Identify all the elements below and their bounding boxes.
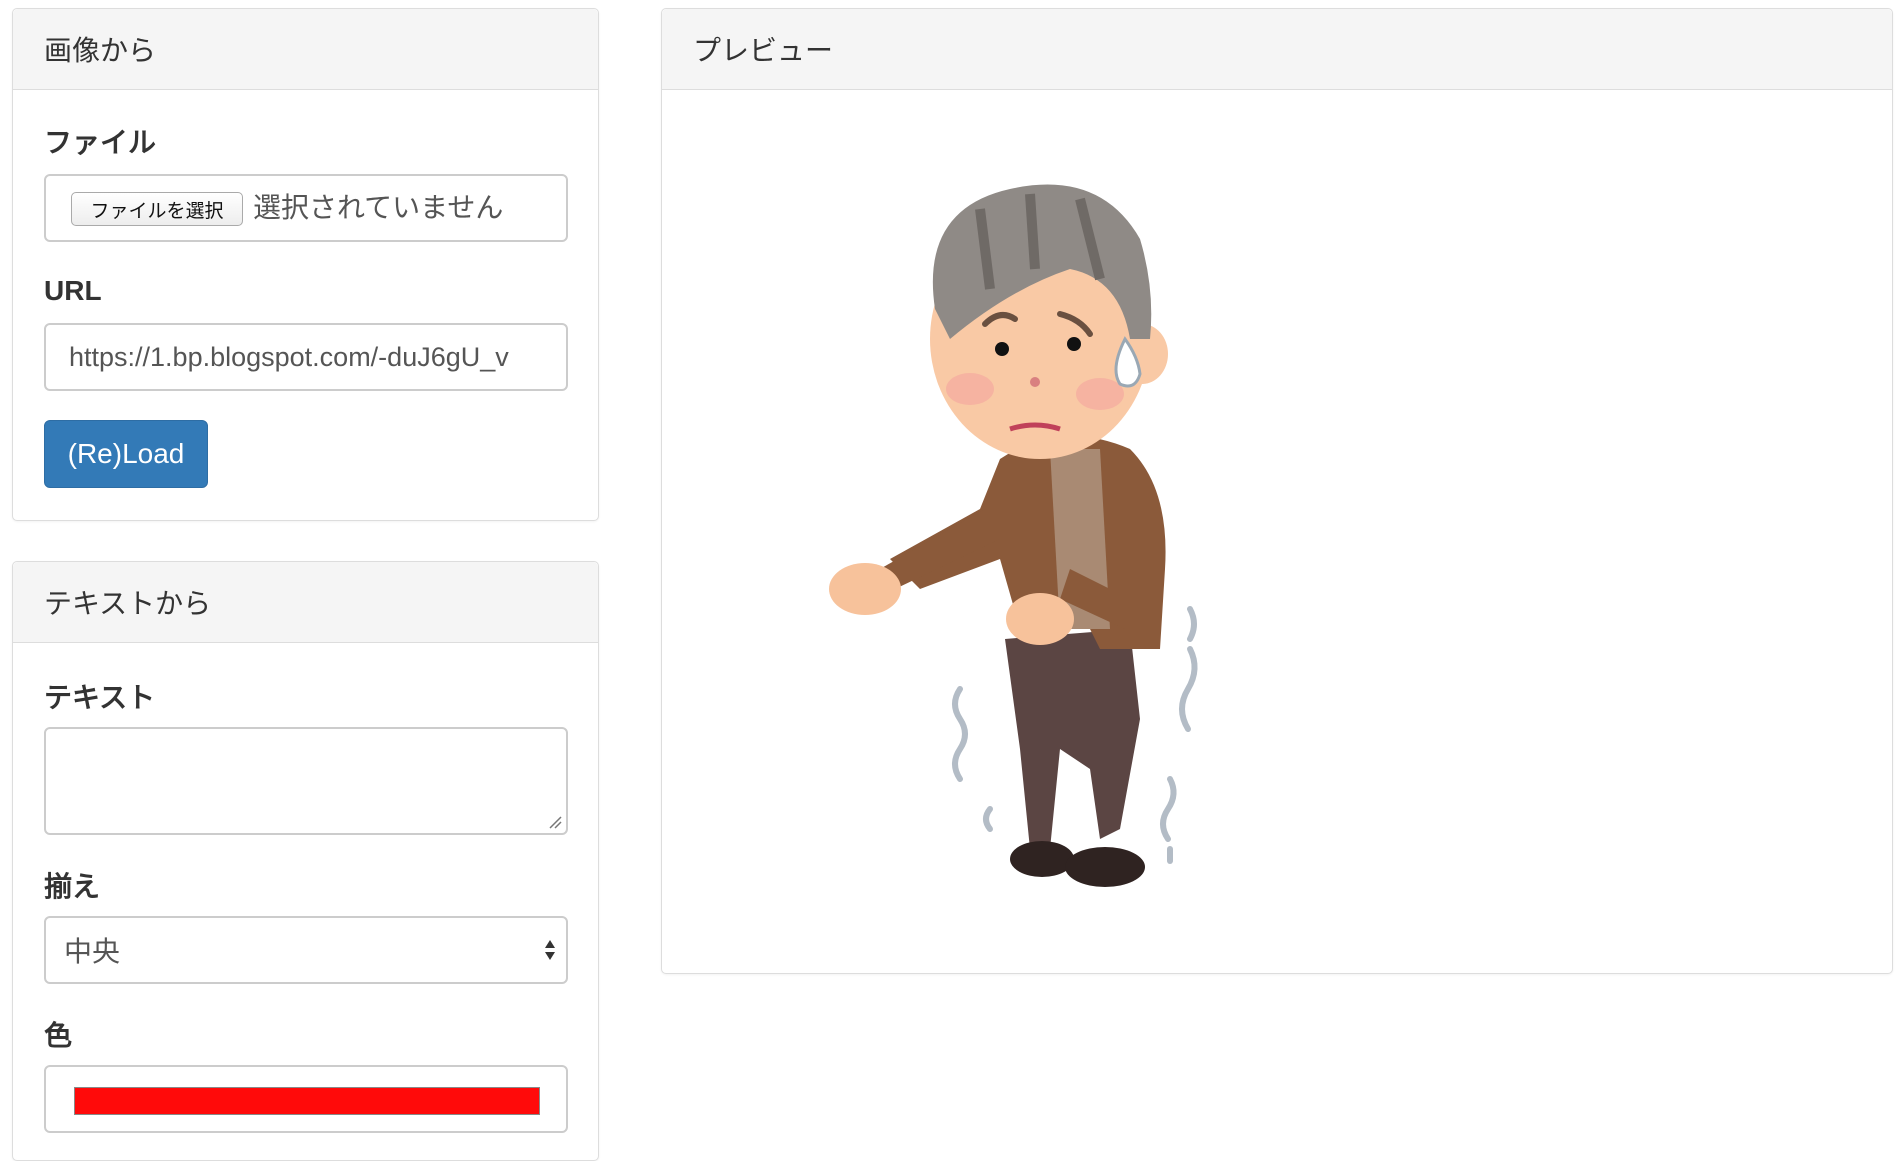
reload-button[interactable]: (Re)Load (44, 420, 208, 488)
color-picker[interactable] (44, 1065, 568, 1133)
preview-panel-title: プレビュー (693, 34, 834, 67)
image-panel-heading: 画像から (13, 9, 598, 90)
resize-grip-icon[interactable] (548, 815, 562, 829)
align-select[interactable]: 中央 (44, 916, 568, 984)
elderly-man-trembling-illustration-icon (829, 184, 1198, 887)
preview-panel: プレビュー (661, 8, 1893, 974)
text-source-panel: テキストから テキスト 揃え 中央 色 (12, 561, 599, 1161)
file-label: ファイル (44, 126, 157, 159)
preview-panel-heading: プレビュー (662, 9, 1892, 90)
image-panel-title: 画像から (44, 34, 157, 67)
align-label: 揃え (44, 870, 101, 903)
color-swatch[interactable] (74, 1087, 540, 1115)
choose-file-button[interactable]: ファイルを選択 (71, 192, 243, 226)
url-label: URL (44, 275, 102, 306)
align-select-value: 中央 (64, 935, 121, 968)
select-updown-icon (545, 940, 555, 960)
color-label: 色 (44, 1019, 73, 1052)
url-input[interactable] (46, 325, 566, 389)
file-input[interactable]: ファイルを選択 選択されていません (44, 174, 568, 242)
image-source-panel: 画像から ファイル ファイルを選択 選択されていません URL (Re)Load (12, 8, 599, 521)
url-field[interactable] (44, 323, 568, 391)
text-panel-title: テキストから (44, 587, 212, 620)
text-panel-heading: テキストから (13, 562, 598, 643)
text-area[interactable] (44, 727, 568, 835)
text-label: テキスト (44, 681, 156, 714)
file-status-text: 選択されていません (253, 191, 504, 224)
